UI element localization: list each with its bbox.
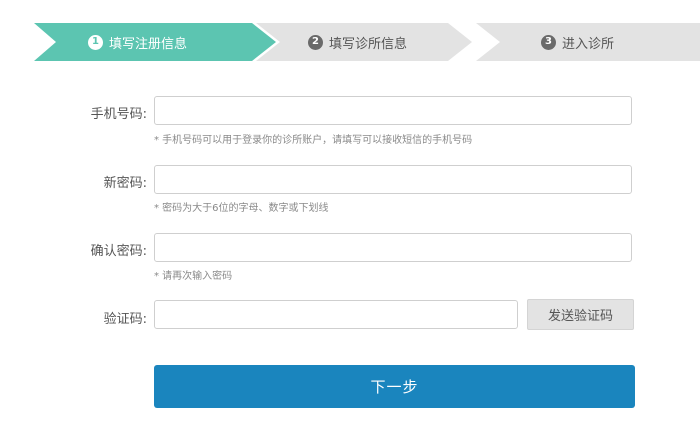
new-password-label: 新密码:	[103, 176, 147, 191]
verification-code-input[interactable]	[154, 300, 518, 329]
step-1-label: 填写注册信息	[109, 36, 188, 52]
confirm-password-label: 确认密码:	[90, 244, 147, 259]
new-password-input[interactable]	[154, 165, 632, 194]
step-1: 1 填写注册信息	[88, 33, 188, 52]
step-3-label: 进入诊所	[562, 36, 615, 52]
new-password-hint: * 密码为大于6位的字母、数字或下划线	[154, 203, 329, 214]
step-2: 2 填写诊所信息	[308, 33, 408, 52]
step-1-number-icon: 1	[88, 34, 103, 50]
phone-hint: * 手机号码可以用于登录你的诊所账户，请填写可以接收短信的手机号码	[154, 135, 473, 146]
progress-steps: 1 填写注册信息 2 填写诊所信息 3 进入诊所	[0, 0, 700, 84]
verification-code-label: 验证码:	[103, 312, 147, 327]
confirm-password-input[interactable]	[154, 233, 632, 262]
step-3: 3 进入诊所	[541, 33, 615, 52]
step-2-label: 填写诊所信息	[329, 36, 408, 52]
step-2-number-icon: 2	[308, 34, 323, 50]
confirm-password-hint: * 请再次输入密码	[154, 271, 233, 282]
step-3-number-icon: 3	[541, 34, 556, 50]
next-step-button[interactable]: 下一步	[154, 365, 635, 408]
phone-label: 手机号码:	[90, 107, 147, 122]
phone-input[interactable]	[154, 96, 632, 125]
send-code-button[interactable]: 发送验证码	[527, 299, 634, 330]
